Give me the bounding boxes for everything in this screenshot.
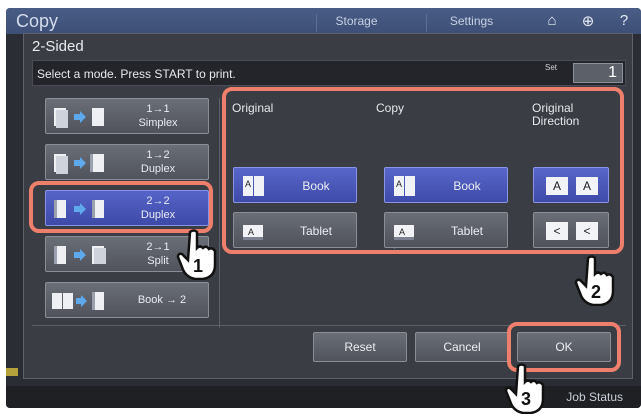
mode-1-2-duplex-button[interactable]: 1→2 Duplex — [45, 144, 209, 180]
background-indicator — [6, 368, 18, 376]
callout-highlight-options — [222, 87, 624, 254]
message-bar: Select a mode. Press START to print. Set… — [32, 60, 626, 86]
step-number: 3 — [521, 389, 532, 409]
callout-highlight-mode — [29, 181, 213, 233]
set-count-field[interactable]: 1 — [573, 63, 623, 83]
job-status-button[interactable]: Job Status — [566, 390, 623, 404]
home-icon[interactable]: ⌂ — [542, 12, 562, 30]
globe-icon[interactable]: ⊕ — [578, 12, 598, 30]
reset-button[interactable]: Reset — [313, 332, 407, 362]
one-to-two-icon — [54, 154, 104, 174]
mode-label: Book → 2 — [137, 294, 187, 306]
dialog-title: 2-Sided — [32, 38, 84, 55]
step-number: 2 — [591, 282, 602, 302]
tab-storage[interactable]: Storage — [316, 14, 396, 32]
mode-1-1-simplex-button[interactable]: 1→1 Simplex — [45, 98, 209, 134]
step-number: 1 — [193, 256, 204, 276]
set-label: Set — [545, 63, 558, 72]
app-title: Copy — [16, 11, 59, 31]
vertical-divider — [219, 98, 220, 328]
two-to-one-icon — [54, 246, 106, 264]
top-bar: Copy Storage Settings ⌂ ⊕ ? — [6, 8, 641, 34]
instruction-message: Select a mode. Press START to print. — [37, 67, 236, 81]
mode-label: 1→1 Simplex — [138, 103, 178, 129]
help-icon[interactable]: ? — [614, 12, 634, 30]
tab-settings[interactable]: Settings — [426, 14, 516, 32]
book-icon — [52, 292, 104, 310]
simplex-icon — [54, 108, 104, 128]
cancel-button[interactable]: Cancel — [415, 332, 509, 362]
mode-book-to-2-button[interactable]: Book → 2 — [45, 282, 209, 318]
mode-label: 1→2 Duplex — [140, 149, 176, 175]
